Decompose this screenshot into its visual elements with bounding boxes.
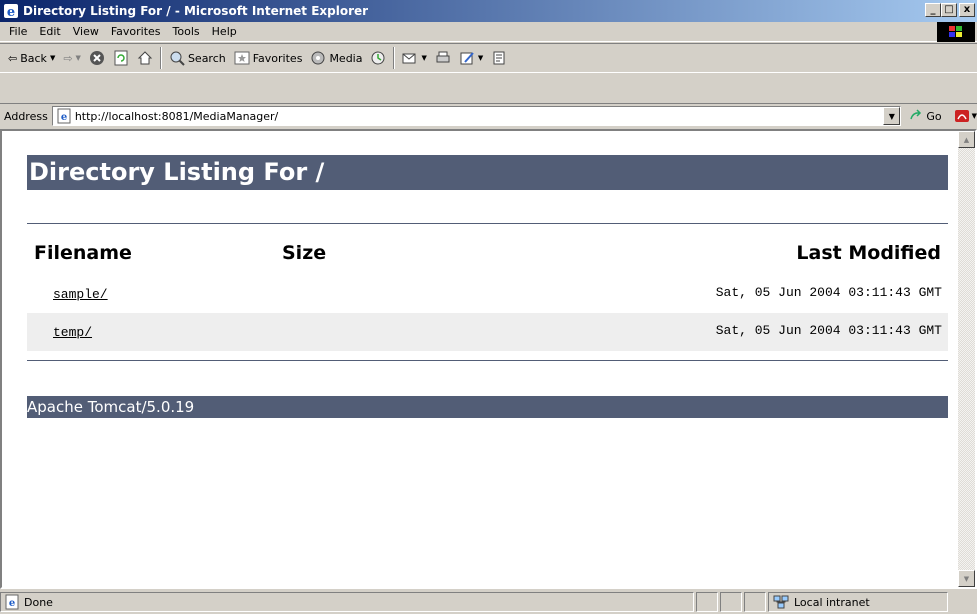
print-button[interactable] (431, 46, 455, 70)
file-modified-date: Sat, 05 Jun 2004 03:11:43 GMT (715, 285, 942, 300)
menu-edit[interactable]: Edit (33, 22, 66, 42)
status-bar: e Done Local intranet (0, 590, 977, 614)
media-button[interactable]: Media (306, 46, 366, 70)
toolbar-separator (159, 47, 162, 69)
refresh-icon (114, 50, 128, 66)
intranet-icon (773, 595, 789, 609)
close-button[interactable]: x (959, 3, 975, 17)
chevron-down-icon[interactable]: ▼ (50, 54, 55, 62)
browser-viewport: Directory Listing For / Filename Size La… (0, 129, 977, 589)
address-input[interactable]: e http://localhost:8081/MediaManager/ ▼ (51, 106, 902, 126)
discuss-icon (493, 51, 505, 65)
go-label: Go (926, 109, 942, 123)
home-button[interactable] (133, 46, 157, 70)
scroll-track[interactable] (958, 148, 975, 570)
scroll-up-button[interactable]: ▲ (958, 131, 975, 148)
mail-icon (402, 53, 416, 64)
menu-view[interactable]: View (67, 22, 105, 42)
search-icon (170, 51, 185, 66)
title-bar[interactable]: e Directory Listing For / - Microsoft In… (0, 0, 977, 22)
history-icon (371, 51, 385, 65)
search-button[interactable]: Search (165, 46, 230, 70)
web-page: Directory Listing For / Filename Size La… (2, 131, 957, 587)
menu-favorites[interactable]: Favorites (105, 22, 167, 42)
page-title: Directory Listing For / (29, 158, 325, 186)
maximize-button[interactable]: □ (941, 3, 957, 17)
address-dropdown-button[interactable]: ▼ (883, 107, 901, 125)
windows-logo-icon (937, 22, 975, 42)
footer-bar: Apache Tomcat/5.0.19 (27, 396, 948, 418)
forward-arrow-icon: ⇨ (63, 51, 73, 65)
favorites-star-icon (234, 51, 250, 65)
divider (27, 360, 948, 361)
svg-text:e: e (7, 5, 15, 19)
go-button[interactable]: Go (909, 109, 942, 123)
table-row: temp/ Sat, 05 Jun 2004 03:11:43 GMT (27, 313, 948, 351)
svg-text:e: e (61, 112, 67, 123)
chevron-down-icon[interactable]: ▼ (478, 54, 483, 62)
refresh-button[interactable] (109, 46, 133, 70)
print-icon (436, 51, 450, 63)
status-cell (696, 592, 718, 612)
discuss-button[interactable] (487, 46, 511, 70)
page-icon: e (57, 108, 71, 124)
menu-file[interactable]: File (3, 22, 33, 42)
edit-icon (460, 52, 474, 65)
chevron-down-icon[interactable]: ▼ (421, 54, 426, 62)
go-arrow-icon (910, 109, 922, 120)
security-zone[interactable]: Local intranet (768, 592, 948, 612)
minimize-button[interactable]: _ (925, 3, 941, 17)
links-button[interactable]: ▼ (954, 108, 977, 124)
media-label: Media (329, 51, 363, 65)
ie-logo-icon[interactable]: e (3, 3, 19, 19)
adobe-pdf-icon (954, 110, 969, 122)
scroll-down-button[interactable]: ▼ (958, 570, 975, 587)
stop-button[interactable] (85, 46, 109, 70)
home-icon (137, 51, 153, 65)
address-bar: Address e http://localhost:8081/MediaMan… (0, 103, 977, 128)
file-modified-date: Sat, 05 Jun 2004 03:11:43 GMT (715, 323, 942, 338)
history-button[interactable] (366, 46, 390, 70)
menu-bar: File Edit View Favorites Tools Help (0, 22, 977, 42)
edit-button[interactable]: ▼ (455, 46, 487, 70)
column-header-size: Size (282, 242, 327, 264)
table-row: sample/ Sat, 05 Jun 2004 03:11:43 GMT (27, 275, 948, 313)
forward-button[interactable]: ⇨ ▼ (59, 46, 85, 70)
back-arrow-icon: ⇦ (8, 51, 18, 65)
mail-button[interactable]: ▼ (398, 46, 430, 70)
address-label: Address (4, 109, 48, 123)
back-button[interactable]: ⇦ Back ▼ (4, 46, 59, 70)
page-done-icon: e (5, 594, 19, 610)
heading-bar: Directory Listing For / (27, 155, 948, 190)
status-text: Done (24, 595, 53, 609)
status-cell (744, 592, 766, 612)
standard-toolbar: ⇦ Back ▼ ⇨ ▼ Search Favorites Media ▼ ▼ (0, 43, 977, 73)
favorites-label: Favorites (252, 51, 303, 65)
file-link[interactable]: sample/ (53, 287, 108, 302)
chevron-down-icon[interactable]: ▼ (972, 112, 977, 120)
stop-icon (89, 51, 104, 65)
search-label: Search (187, 51, 226, 65)
back-label: Back (20, 51, 47, 65)
toolbar-separator (393, 47, 396, 69)
favorites-button[interactable]: Favorites (230, 46, 307, 70)
file-link[interactable]: temp/ (53, 325, 92, 340)
svg-text:e: e (9, 598, 15, 609)
menu-help[interactable]: Help (206, 22, 243, 42)
status-main: e Done (0, 592, 694, 612)
chevron-down-icon[interactable]: ▼ (76, 54, 81, 62)
address-url: http://localhost:8081/MediaManager/ (74, 109, 279, 123)
column-header-filename: Filename (34, 242, 132, 264)
divider (27, 223, 948, 224)
media-icon (311, 51, 325, 65)
status-cell (720, 592, 742, 612)
server-version: Apache Tomcat/5.0.19 (27, 398, 195, 416)
column-header-last-modified: Last Modified (796, 242, 941, 264)
menu-tools[interactable]: Tools (167, 22, 206, 42)
vertical-scrollbar[interactable]: ▲ ▼ (958, 131, 975, 587)
zone-label: Local intranet (794, 595, 870, 609)
window-title: Directory Listing For / - Microsoft Inte… (23, 4, 369, 18)
